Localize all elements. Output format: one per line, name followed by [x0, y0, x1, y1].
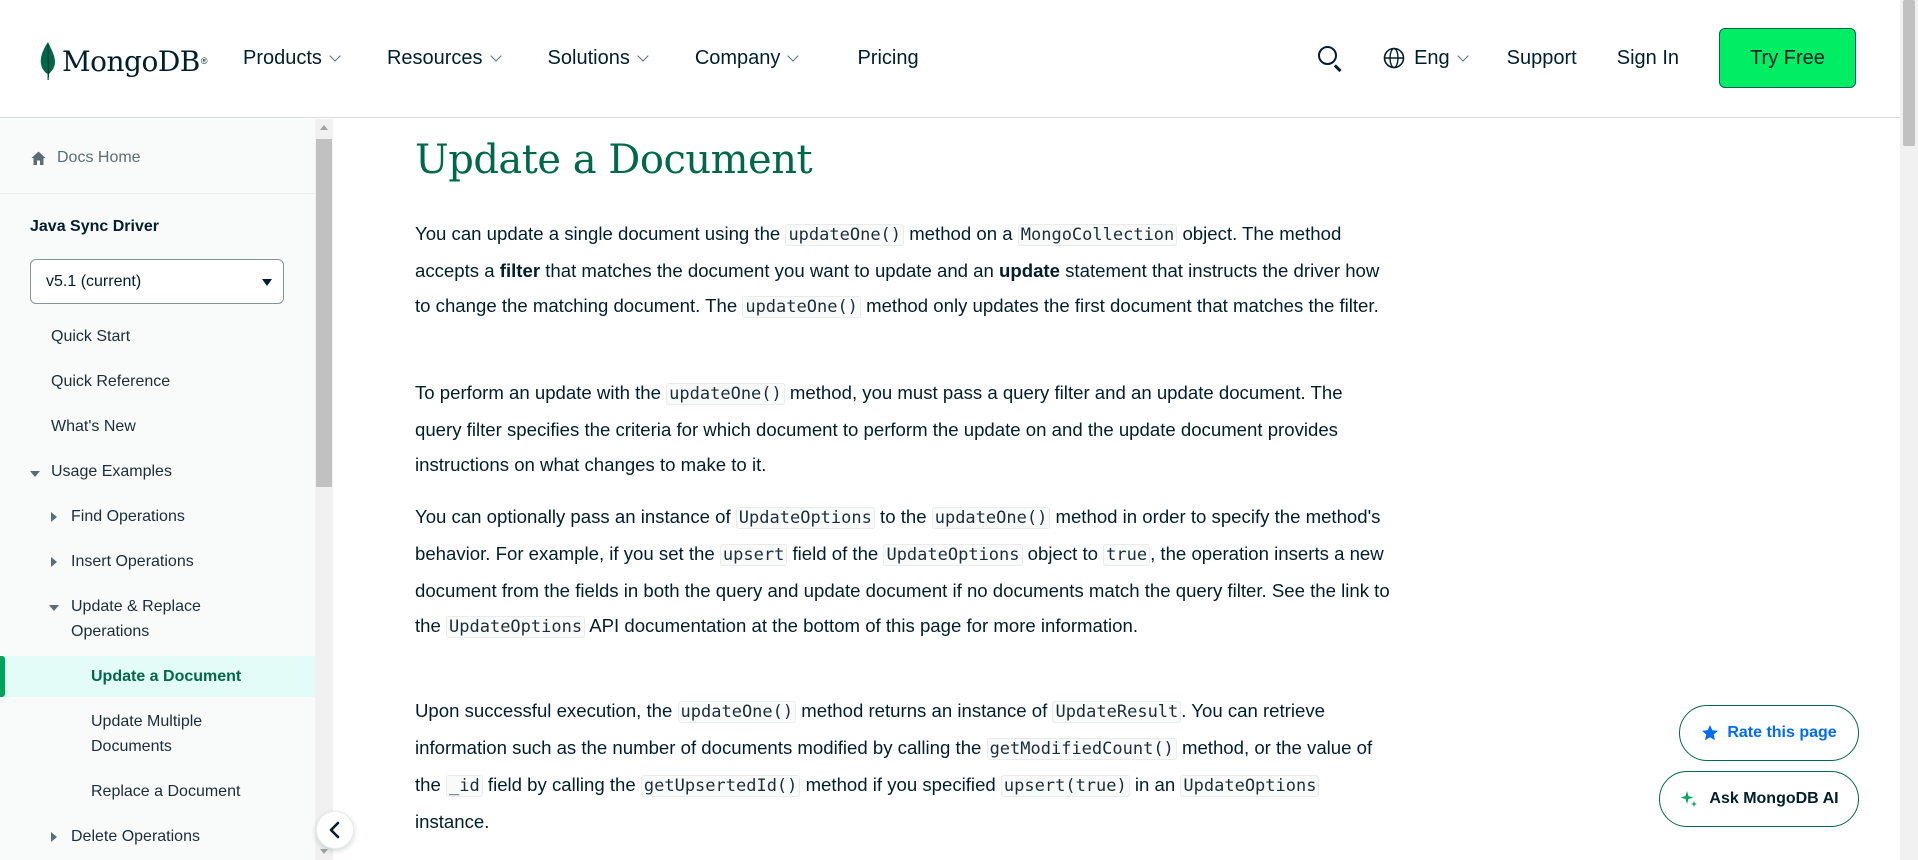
scroll-down-arrow[interactable] [320, 849, 328, 854]
sidebar-item-update-multiple-documents[interactable]: Update Multiple Documents [91, 709, 281, 759]
scroll-up-arrow[interactable] [320, 125, 328, 130]
language-selector[interactable]: Eng [1383, 46, 1469, 70]
version-value: v5.1 (current) [46, 272, 142, 290]
globe-icon [1383, 47, 1405, 69]
docs-sidebar: Docs Home Java Sync Driver v5.1 (current… [0, 119, 315, 860]
mongodb-logo[interactable]: MongoDB ® [38, 40, 208, 82]
inline-code: _id [446, 775, 483, 797]
collapse-sidebar-button[interactable] [316, 811, 354, 849]
sidebar-item-find-operations[interactable]: Find Operations [71, 504, 185, 529]
nav-pricing[interactable]: Pricing [857, 44, 918, 72]
inline-code: UpdateOptions [1180, 775, 1320, 797]
sidebar-item-quick-reference[interactable]: Quick Reference [51, 369, 170, 394]
nav-products-label: Products [243, 46, 322, 69]
nav-solutions[interactable]: Solutions [547, 44, 649, 72]
inline-code: upsert [719, 544, 788, 566]
triangle-right-icon[interactable] [51, 557, 57, 567]
sidebar-section-title: Java Sync Driver [30, 218, 159, 235]
inline-code: UpdateOptions [883, 544, 1023, 566]
sidebar-item-replace-a-document[interactable]: Replace a Document [91, 779, 240, 804]
docs-home-label: Docs Home [57, 149, 141, 166]
star-icon [1702, 725, 1719, 741]
caret-down-icon [262, 279, 272, 286]
sidebar-item-update-replace-operations[interactable]: Update & Replace Operations [71, 594, 271, 644]
version-select[interactable]: v5.1 (current) [30, 259, 284, 304]
home-icon [31, 151, 46, 165]
inline-code: UpdateOptions [446, 616, 586, 638]
nav-company-label: Company [694, 46, 781, 69]
inline-code: UpdateOptions [735, 507, 875, 529]
chevron-down-icon [1457, 49, 1469, 62]
search-icon[interactable] [1317, 45, 1343, 72]
chevron-down-icon [489, 49, 502, 62]
sidebar-item-insert-operations[interactable]: Insert Operations [71, 549, 194, 574]
paragraph-update-result: Upon successful execution, the updateOne… [415, 700, 1373, 832]
sign-in-link[interactable]: Sign In [1617, 47, 1679, 70]
right-nav: Eng Support Sign In Try Free [1317, 28, 1856, 88]
sparkle-icon [1680, 791, 1698, 807]
sidebar-item-update-a-document[interactable]: Update a Document [91, 664, 241, 689]
docs-home-link[interactable]: Docs Home [30, 149, 141, 167]
inline-code: getUpsertedId() [640, 775, 801, 797]
inline-code: UpdateResult [1052, 701, 1182, 723]
main-nav: Products Resources Solutions Company Pri… [243, 44, 967, 72]
sidebar-divider [0, 193, 315, 194]
sidebar-scrollbar[interactable] [315, 119, 333, 860]
inline-code: updateOne() [677, 701, 797, 723]
triangle-right-icon[interactable] [51, 832, 57, 842]
paragraph-update-options: You can optionally pass an instance of U… [415, 506, 1390, 638]
paragraph-intro: You can update a single document using t… [415, 223, 1380, 318]
nav-company[interactable]: Company [694, 44, 800, 72]
inline-code: updateOne() [931, 507, 1051, 529]
nav-products[interactable]: Products [243, 44, 341, 72]
trademark-mark: ® [200, 56, 208, 66]
nav-resources[interactable]: Resources [386, 44, 502, 72]
chevron-down-icon [637, 49, 649, 62]
sidebar-item-delete-operations[interactable]: Delete Operations [71, 824, 200, 849]
paragraph-update-filter: To perform an update with the updateOne(… [415, 382, 1343, 475]
sidebar-item-quick-start[interactable]: Quick Start [51, 324, 130, 349]
inline-code: true [1103, 544, 1151, 566]
logo-text: MongoDB [62, 44, 200, 78]
page-scrollbar[interactable] [1900, 0, 1918, 860]
inline-code: upsert(true) [1000, 775, 1130, 797]
rate-label: Rate this page [1727, 724, 1837, 741]
page-scroll-thumb[interactable] [1903, 0, 1915, 146]
mongodb-leaf-icon [40, 42, 55, 80]
triangle-right-icon[interactable] [51, 512, 57, 522]
inline-code: MongoCollection [1017, 224, 1178, 246]
chevron-down-icon [787, 49, 800, 62]
chevron-down-icon [329, 49, 341, 62]
nav-resources-label: Resources [386, 46, 483, 69]
inline-code: updateOne() [785, 224, 905, 246]
language-label: Eng [1414, 46, 1450, 69]
nav-solutions-label: Solutions [547, 46, 630, 69]
triangle-down-icon[interactable] [30, 471, 40, 477]
support-link[interactable]: Support [1507, 47, 1577, 70]
sidebar-item-whats-new[interactable]: What's New [51, 414, 136, 439]
sidebar-scroll-thumb[interactable] [316, 139, 332, 487]
chevron-left-icon [329, 821, 340, 839]
ask-mongodb-ai-button[interactable]: Ask MongoDB AI [1659, 771, 1859, 827]
page-title: Update a Document [415, 137, 813, 183]
active-item-indicator [0, 656, 5, 697]
try-free-button[interactable]: Try Free [1719, 28, 1856, 88]
ask-label: Ask MongoDB AI [1709, 790, 1839, 807]
top-navigation: MongoDB ® Products Resources Solutions C… [0, 0, 1900, 118]
triangle-down-icon[interactable] [49, 605, 59, 611]
sidebar-item-usage-examples[interactable]: Usage Examples [51, 459, 172, 484]
inline-code: updateOne() [666, 383, 785, 405]
rate-this-page-button[interactable]: Rate this page [1679, 705, 1859, 761]
nav-pricing-label: Pricing [857, 46, 919, 69]
inline-code: getModifiedCount() [986, 738, 1177, 760]
inline-code: updateOne() [742, 296, 861, 318]
